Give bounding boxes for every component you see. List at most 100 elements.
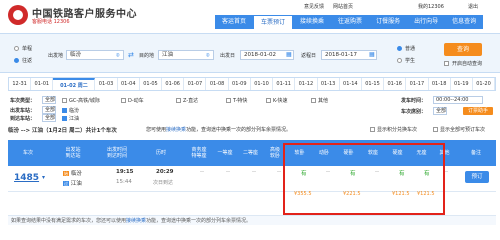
feedback-link[interactable]: 意见反馈 [304, 3, 324, 11]
business-seat-cell: -- [200, 169, 204, 175]
type-other-checkbox[interactable] [311, 98, 316, 103]
home-link[interactable]: 网站首页 [333, 3, 353, 11]
location-pin-icon[interactable]: ⌾ [116, 52, 120, 60]
my-12306-link[interactable]: 我的12306 [418, 3, 444, 11]
railway-logo-icon[interactable] [8, 5, 28, 25]
adult-ticket-radio[interactable] [397, 46, 402, 51]
type-z[interactable]: Z-直达 [176, 97, 198, 104]
type-t-checkbox[interactable] [226, 98, 231, 103]
round-trip-radio[interactable] [14, 58, 19, 63]
swap-stations-icon[interactable]: ⇄ [128, 51, 134, 59]
nav-passenger-home[interactable]: 客运首页 [215, 15, 254, 29]
date-tab[interactable]: 01-08 [206, 78, 229, 90]
booking-helper-button[interactable]: 订票助手 [463, 107, 493, 115]
train-number-link[interactable]: 1485 [14, 173, 39, 183]
nav-travel-guide[interactable]: 出行向导 [407, 15, 446, 29]
type-k-checkbox[interactable] [266, 98, 271, 103]
type-t[interactable]: T-特快 [226, 97, 247, 104]
date-tab[interactable]: 12-31 [9, 78, 32, 90]
depart-date-label: 出发日 [220, 53, 236, 59]
column-header[interactable]: 历时 [136, 140, 186, 166]
date-tab[interactable]: 01-14 [340, 78, 362, 90]
student-ticket-label: 学生 [405, 58, 416, 64]
show-all-label: 显示全部可预订车次 [440, 127, 486, 133]
date-tab[interactable]: 01-06 [162, 78, 185, 90]
date-tab[interactable]: 01-18 [429, 78, 451, 90]
column-header: 备注 [470, 150, 481, 156]
nav-info-query[interactable]: 信息查询 [445, 15, 484, 29]
transfer-tip-link[interactable]: 接续换乘 [166, 127, 186, 133]
logout-link[interactable]: 退出 [468, 3, 478, 11]
seat-type-label: 车次席别： [401, 109, 427, 115]
column-header: 一等座 [217, 150, 233, 156]
calendar-icon[interactable]: ▦ [286, 51, 292, 58]
show-all-checkbox[interactable] [433, 127, 438, 132]
show-points-label: 显示积分兑换车次 [377, 127, 418, 133]
type-other[interactable]: 其他 [311, 97, 328, 104]
type-k-label: K-快速 [273, 98, 288, 104]
show-points-option[interactable]: 显示积分兑换车次 [370, 126, 417, 133]
date-tab[interactable]: 01-17 [406, 78, 429, 90]
date-tab[interactable]: 01-12 [295, 78, 318, 90]
adult-ticket-label: 普通 [405, 46, 416, 52]
type-k[interactable]: K-快速 [266, 97, 288, 104]
date-tab[interactable]: 01-10 [251, 78, 274, 90]
adv-soft-sleeper-cell: -- [277, 169, 281, 175]
type-d[interactable]: D-动车 [121, 97, 144, 104]
date-tab[interactable]: 01-09 [229, 78, 251, 90]
query-button[interactable]: 查询 [444, 43, 482, 56]
type-d-checkbox[interactable] [121, 98, 126, 103]
date-tab[interactable]: 01-01 [31, 78, 54, 90]
calendar-icon[interactable]: ▦ [369, 51, 375, 58]
depart-station-all-button[interactable]: 全部 [42, 106, 56, 114]
type-z-checkbox[interactable] [176, 98, 181, 103]
nav-transfer[interactable]: 接续换乘 [293, 15, 332, 29]
type-gc[interactable]: GC-高铁/城际 [62, 97, 100, 104]
type-d-label: D-动车 [128, 98, 144, 104]
date-tab[interactable]: 01-04 [118, 78, 140, 90]
date-tab[interactable]: 01-20 [473, 78, 496, 90]
date-tab[interactable]: 01-05 [140, 78, 163, 90]
date-tab[interactable]: 01-15 [362, 78, 385, 90]
date-tab[interactable]: 01-11 [273, 78, 296, 90]
date-tab[interactable]: 01-19 [451, 78, 473, 90]
location-pin-icon[interactable]: ⌾ [206, 52, 210, 60]
nav-round-trip[interactable]: 往返购票 [331, 15, 370, 29]
passing-station-badge: 过 [63, 181, 69, 186]
train-type-all-button[interactable]: 全部 [42, 96, 56, 104]
to-label: 目的地 [139, 53, 155, 59]
footer-transfer-link[interactable]: 接续换乘 [126, 218, 146, 224]
depart-time-select[interactable]: 00:00--24:00 [433, 96, 483, 104]
student-ticket-radio[interactable] [397, 58, 402, 63]
one-way-radio[interactable] [14, 46, 19, 51]
date-tab[interactable]: 01-07 [184, 78, 207, 90]
return-date-label: 返程日 [301, 53, 317, 59]
results-info: 临汾 --> 江油（1月2日 周二）共计1个车次 您可使用接续换乘功能，查询途中… [8, 126, 496, 135]
depart-station-checkbox[interactable] [62, 108, 67, 113]
column-header: 车次 [22, 150, 33, 156]
column-header[interactable]: 出发时间 到达时间 [98, 140, 136, 166]
nav-ticket-booking[interactable]: 车票预订 [253, 15, 294, 29]
show-all-option[interactable]: 显示全部可预订车次 [433, 126, 485, 133]
auto-query-checkbox[interactable] [444, 61, 449, 66]
auto-query-label: 开启自动查询 [452, 61, 483, 67]
type-gc-checkbox[interactable] [62, 98, 67, 103]
to-station-name: 江油 [70, 181, 82, 187]
depart-time: 19:15 [116, 169, 134, 175]
show-points-checkbox[interactable] [370, 127, 375, 132]
one-way-label: 单程 [22, 46, 33, 52]
book-button[interactable]: 预订 [465, 171, 489, 183]
arrive-station-option[interactable]: 江油 [62, 115, 79, 122]
expand-stops-icon[interactable]: ▾ [42, 174, 45, 181]
arrive-station-checkbox[interactable] [62, 116, 67, 121]
seat-type-all-button[interactable]: 全部 [433, 107, 447, 115]
depart-station-option[interactable]: 临汾 [62, 107, 79, 114]
date-tab[interactable]: 01-02 周二 [53, 78, 96, 90]
date-tab[interactable]: 01-16 [384, 78, 407, 90]
arrive-station-all-button[interactable]: 全部 [42, 114, 56, 122]
date-tab[interactable]: 01-03 [95, 78, 118, 90]
arrive-station-name: 江油 [69, 116, 80, 122]
type-gc-label: GC-高铁/城际 [69, 98, 100, 104]
date-tab[interactable]: 01-13 [318, 78, 340, 90]
nav-meal-service[interactable]: 订餐服务 [369, 15, 408, 29]
